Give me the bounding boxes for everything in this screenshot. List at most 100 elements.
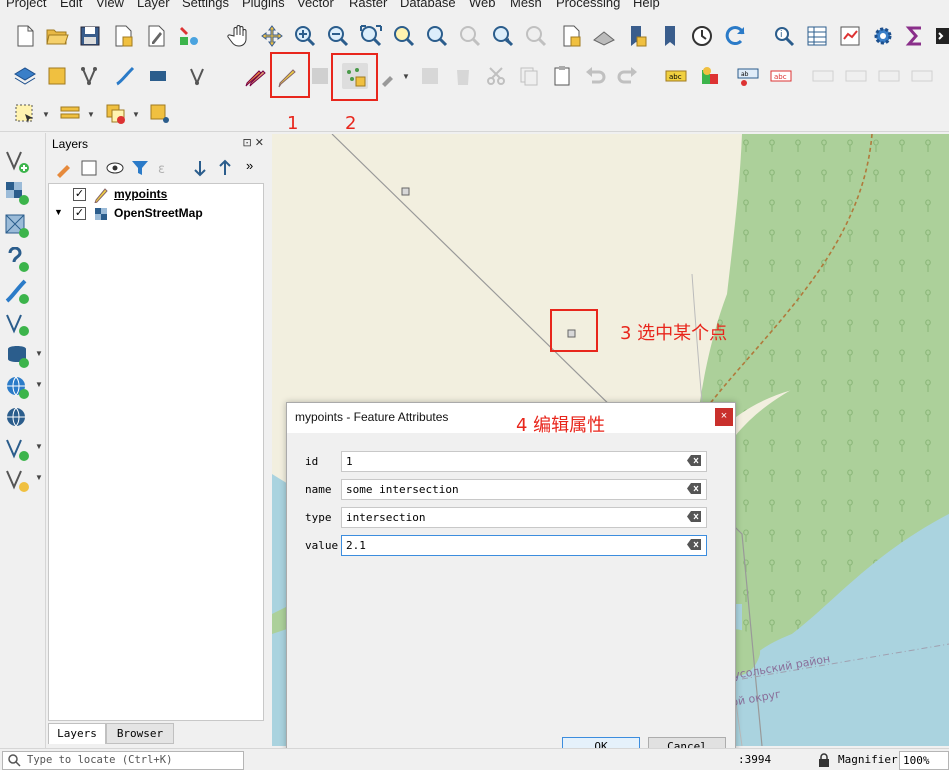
- new-map-view-icon[interactable]: [558, 23, 584, 49]
- print-layout-icon[interactable]: [143, 23, 169, 49]
- pan-to-selection-icon[interactable]: [259, 23, 285, 49]
- menu-project[interactable]: Project: [6, 0, 46, 10]
- zoom-next-icon[interactable]: [523, 23, 549, 49]
- layer-row-openstreetmap[interactable]: ▼ ✓ OpenStreetMap: [49, 205, 263, 223]
- select-location-icon[interactable]: [147, 101, 173, 127]
- add-vector-layer-icon[interactable]: [4, 148, 30, 174]
- magnifier-input[interactable]: 100%: [899, 751, 949, 770]
- attribute-table-icon[interactable]: [804, 23, 830, 49]
- add-spatialite-icon[interactable]: [4, 279, 30, 305]
- digitize-tool-icon[interactable]: [78, 63, 104, 89]
- add-group-icon[interactable]: [79, 158, 99, 178]
- modify-attributes-icon[interactable]: [417, 63, 443, 89]
- temporal-controller-icon[interactable]: [689, 23, 715, 49]
- paste-features-icon[interactable]: [549, 63, 575, 89]
- current-edits-icon[interactable]: [241, 63, 267, 89]
- vertex-tool-icon[interactable]: [186, 63, 212, 89]
- layer-row-mypoints[interactable]: ✓ mypoints: [49, 186, 263, 204]
- save-layer-edits-icon[interactable]: [307, 63, 333, 89]
- clear-field-icon[interactable]: [687, 483, 701, 494]
- new-project-icon[interactable]: [12, 23, 38, 49]
- open-data-source-icon[interactable]: [44, 63, 70, 89]
- menu-vector[interactable]: Vector: [297, 0, 334, 10]
- new-layer-icon[interactable]: [4, 467, 30, 493]
- panel-float-close-controls[interactable]: ⊡ ✕: [243, 136, 265, 149]
- label-toolbar-icon[interactable]: abc: [663, 63, 689, 89]
- pan-hand-icon[interactable]: [226, 23, 252, 49]
- select-features-icon[interactable]: [12, 101, 38, 127]
- clear-field-icon[interactable]: [687, 511, 701, 522]
- id-field[interactable]: 1: [341, 451, 707, 472]
- map-point-feature[interactable]: [401, 187, 410, 196]
- pin-labels-icon[interactable]: abc: [768, 63, 794, 89]
- zoom-out-icon[interactable]: [325, 23, 351, 49]
- select-by-value-icon[interactable]: [57, 101, 83, 127]
- change-label-icon[interactable]: [909, 63, 935, 89]
- shape-digitize-icon[interactable]: [112, 63, 138, 89]
- layer-styling-icon[interactable]: [54, 158, 74, 178]
- move-label-icon[interactable]: [843, 63, 869, 89]
- zoom-native-icon[interactable]: [457, 23, 483, 49]
- zoom-in-icon[interactable]: [292, 23, 318, 49]
- redo-icon[interactable]: [615, 63, 641, 89]
- processing-gear-icon[interactable]: [870, 23, 896, 49]
- delete-selected-icon[interactable]: [450, 63, 476, 89]
- expand-all-icon[interactable]: [190, 158, 210, 178]
- lock-icon[interactable]: [818, 753, 830, 767]
- show-hide-labels-icon[interactable]: [810, 63, 836, 89]
- statistics-icon[interactable]: [837, 23, 863, 49]
- add-delimited-text-icon[interactable]: [4, 246, 30, 273]
- select-value-menu-arrow[interactable]: ▼: [87, 110, 95, 119]
- cut-features-icon[interactable]: [483, 63, 509, 89]
- zoom-full-icon[interactable]: [358, 23, 384, 49]
- name-field[interactable]: some intersection: [341, 479, 707, 500]
- filter-expression-icon[interactable]: ε: [155, 158, 175, 178]
- menu-plugins[interactable]: Plugins: [242, 0, 285, 10]
- rotate-label-icon[interactable]: [876, 63, 902, 89]
- style-manager-icon[interactable]: [176, 23, 202, 49]
- menu-database[interactable]: Database: [400, 0, 456, 10]
- highlight-pinned-labels-icon[interactable]: ab: [735, 63, 761, 89]
- tab-layers[interactable]: Layers: [48, 723, 106, 744]
- menu-view[interactable]: View: [96, 0, 124, 10]
- filter-legend-icon[interactable]: [130, 158, 150, 178]
- show-bookmarks-icon[interactable]: [657, 23, 683, 49]
- refresh-icon[interactable]: [722, 23, 748, 49]
- sum-icon[interactable]: [902, 23, 928, 49]
- layer-visibility-checkbox[interactable]: ✓: [73, 207, 86, 220]
- collapse-all-icon[interactable]: [215, 158, 235, 178]
- add-virtual-layer-icon[interactable]: [4, 311, 30, 337]
- deselect-features-icon[interactable]: [103, 101, 129, 127]
- identify-features-icon[interactable]: i: [771, 23, 797, 49]
- menu-settings[interactable]: Settings: [182, 0, 229, 10]
- more-tools-icon[interactable]: »: [246, 158, 266, 178]
- save-as-icon[interactable]: [110, 23, 136, 49]
- value-field[interactable]: 2.1: [341, 535, 707, 556]
- deselect-menu-arrow[interactable]: ▼: [132, 110, 140, 119]
- menu-help[interactable]: Help: [633, 0, 660, 10]
- menu-web[interactable]: Web: [469, 0, 496, 10]
- manage-visibility-icon[interactable]: [105, 158, 125, 178]
- zoom-selection-icon[interactable]: [391, 23, 417, 49]
- wcs-menu-arrow[interactable]: ▼: [35, 442, 43, 451]
- zoom-layer-icon[interactable]: [424, 23, 450, 49]
- undo-icon[interactable]: [582, 63, 608, 89]
- add-raster-layer-icon[interactable]: [4, 180, 30, 206]
- locator-search-input[interactable]: Type to locate (Ctrl+K): [2, 751, 244, 770]
- menu-layer[interactable]: Layer: [137, 0, 170, 10]
- wms-menu-arrow[interactable]: ▼: [35, 380, 43, 389]
- postgis-menu-arrow[interactable]: ▼: [35, 349, 43, 358]
- dialog-close-button[interactable]: ×: [715, 408, 733, 426]
- zoom-last-icon[interactable]: [490, 23, 516, 49]
- add-wms-icon[interactable]: [4, 374, 30, 400]
- clear-field-icon[interactable]: [687, 455, 701, 466]
- gps-icon[interactable]: [145, 63, 171, 89]
- new-3d-map-icon[interactable]: [591, 23, 617, 49]
- add-postgis-icon[interactable]: [4, 343, 30, 369]
- layer-visibility-checkbox[interactable]: ✓: [73, 188, 86, 201]
- add-layer-icon[interactable]: [12, 63, 38, 89]
- copy-features-icon[interactable]: [516, 63, 542, 89]
- vertex-menu-arrow[interactable]: ▼: [402, 72, 410, 81]
- vertex-edit-icon[interactable]: [378, 63, 404, 89]
- add-wcs-icon[interactable]: [4, 436, 30, 462]
